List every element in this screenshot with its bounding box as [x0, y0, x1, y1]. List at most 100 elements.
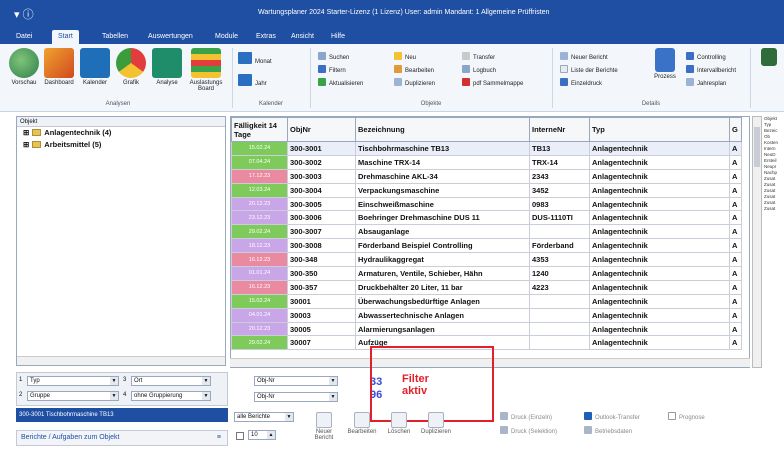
- tab-extras[interactable]: Extras: [250, 30, 282, 44]
- tree-node-arbeitsmittel[interactable]: ⊞ Arbeitsmittel (5): [17, 139, 225, 151]
- liste-berichte-button[interactable]: Liste der Berichte: [560, 65, 618, 76]
- table-row[interactable]: 17.12.23 300-3003 Drehmaschine AKL-34 2343 A…: [231, 168, 742, 184]
- tab-tabellen[interactable]: Tabellen: [96, 30, 134, 44]
- neuer-bericht-action[interactable]: Neuer Bericht: [308, 412, 340, 441]
- table-row[interactable]: 15.02.24 30001 Überwachungsbedürftige Anla…: [231, 293, 742, 309]
- report-count-spinner[interactable]: 10 ▲: [248, 430, 276, 440]
- tab-hilfe[interactable]: Hilfe: [325, 30, 351, 44]
- col-typ[interactable]: Typ: [589, 117, 730, 142]
- duplizieren-button[interactable]: Duplizieren: [394, 78, 435, 89]
- table-row[interactable]: 23.12.23 300-3006 Boehringer Drehmaschine …: [231, 210, 742, 226]
- filtern-button[interactable]: Filtern: [318, 65, 346, 76]
- neu-button[interactable]: Neu: [394, 52, 416, 63]
- collapse-icon[interactable]: ≡: [217, 431, 221, 445]
- tab-auswertungen[interactable]: Auswertungen: [142, 30, 199, 44]
- auslastungs-board-button[interactable]: Auslastungs Board: [186, 48, 226, 92]
- kalender-button[interactable]: Kalender: [78, 48, 112, 86]
- pdf-sammelmappe-button[interactable]: pdf Sammelmappe: [462, 78, 523, 89]
- internenr-cell: 4223: [529, 279, 590, 295]
- intervallbericht-button[interactable]: Intervallbericht: [686, 65, 736, 76]
- suchen-button[interactable]: Suchen: [318, 52, 349, 63]
- controlling-icon: [686, 52, 694, 60]
- tab-datei[interactable]: Datei: [10, 30, 38, 44]
- scroll-thumb[interactable]: [754, 127, 760, 167]
- prognose-checkbox[interactable]: Prognose: [668, 412, 705, 423]
- transfer-icon: [462, 52, 470, 60]
- level-3-select[interactable]: Ort ▼: [131, 376, 211, 386]
- app-icon: [761, 48, 777, 66]
- table-row[interactable]: 15.02.24 300-3001 Tischbohrmaschine TB13 TB…: [231, 141, 742, 156]
- table-row[interactable]: 01.01.24 300-350 Armaturen, Ventile, Schie…: [231, 266, 742, 281]
- col-objnr[interactable]: ObjNr: [287, 117, 356, 142]
- internenr-cell: [529, 293, 590, 309]
- neuer-bericht-button[interactable]: Neuer Bericht: [560, 52, 608, 63]
- duplicate-icon: [428, 412, 444, 428]
- level-4-select[interactable]: ohne Gruppierung ▼: [131, 391, 211, 401]
- system-menu-icon[interactable]: ▾ ⓘ: [14, 6, 34, 22]
- table-row[interactable]: 04.01.24 30003 Abwassertechnische Anlagen A…: [231, 307, 742, 323]
- table-row[interactable]: 16.12.23 300-348 Hydraulikaggregat 4353 Anla…: [231, 252, 742, 268]
- objnr-cell: 300-3003: [287, 168, 356, 184]
- vorschau-button[interactable]: Vorschau: [8, 48, 40, 86]
- einzeldruck-button[interactable]: Einzeldruck: [560, 78, 602, 89]
- report-checkbox[interactable]: [236, 432, 244, 440]
- typ-cell: Anlagentechnik: [589, 141, 730, 156]
- table-row[interactable]: 16.12.23 300-357 Druckbehälter 20 Liter, 1…: [231, 279, 742, 295]
- report-filter-select[interactable]: alle Berichte ▼: [234, 412, 294, 422]
- expand-icon[interactable]: ⊞: [23, 140, 29, 149]
- edit-icon: [354, 412, 370, 428]
- table-row[interactable]: 20.12.23 30005 Alarmierungsanlagen Anlagent…: [231, 321, 742, 337]
- tree-node-anlagentechnik[interactable]: ⊞ Anlagentechnik (4): [17, 127, 225, 139]
- col-faelligkeit[interactable]: Fälligkeit 14 Tage: [231, 117, 288, 142]
- betriebsdaten-action[interactable]: Betriebsdaten: [584, 426, 632, 437]
- prozess-button[interactable]: Prozess: [650, 48, 680, 80]
- duplizieren-action[interactable]: Duplizieren: [416, 412, 456, 435]
- druck-einzeln-action[interactable]: Druck (Einzeln): [500, 412, 552, 423]
- transfer-button[interactable]: Transfer: [462, 52, 495, 63]
- outlook-transfer-action[interactable]: Outlook-Transfer: [584, 412, 640, 423]
- bearbeiten-button[interactable]: Bearbeiten: [394, 65, 434, 76]
- group-kalender-label: Kalender: [258, 101, 284, 107]
- search-icon: [318, 52, 326, 60]
- table-row[interactable]: 20.12.23 300-3005 Einschweißmaschine 0983 An…: [231, 196, 742, 212]
- bearbeiten-action[interactable]: Bearbeiten: [344, 412, 380, 435]
- col-g[interactable]: G: [729, 117, 742, 142]
- dashboard-button[interactable]: Dashboard: [42, 48, 76, 86]
- objnr-cell: 30003: [287, 307, 356, 323]
- col-internenr[interactable]: InterneNr: [529, 117, 590, 142]
- tree-horizontal-scrollbar[interactable]: [17, 356, 225, 365]
- table-row[interactable]: 12.03.24 300-3004 Verpackungsmaschine 3452 A…: [231, 182, 742, 198]
- table-row[interactable]: 29.02.24 300-3007 Absauganlage Anlagentechn…: [231, 224, 742, 240]
- objnr-select-1[interactable]: Obj-Nr ▼: [254, 376, 338, 386]
- objnr-select-2[interactable]: Obj-Nr ▼: [254, 392, 338, 402]
- table-row[interactable]: 18.12.23 300-3008 Förderband Beispiel Cont…: [231, 238, 742, 254]
- due-date-cell: 20.12.23: [231, 196, 288, 212]
- grid-vertical-scrollbar[interactable]: [752, 116, 762, 368]
- aktualisieren-button[interactable]: Aktualisieren: [318, 78, 363, 89]
- jahresplan-button[interactable]: Jahresplan: [686, 78, 726, 89]
- level-1-select[interactable]: Typ ▼: [27, 376, 119, 386]
- table-row[interactable]: 07.04.24 300-3002 Maschine TRX-14 TRX-14 Anl…: [231, 154, 742, 170]
- outlook-icon: [584, 412, 592, 420]
- ribbon-separator: [750, 48, 751, 108]
- expand-icon[interactable]: ⊞: [23, 128, 29, 137]
- typ-cell: Anlagentechnik: [589, 252, 730, 268]
- grafik-button[interactable]: Grafik: [114, 48, 148, 86]
- bezeichnung-cell: Hydraulikaggregat: [355, 252, 530, 268]
- controlling-button[interactable]: Controlling: [686, 52, 726, 63]
- druck-selektion-action[interactable]: Druck (Selektion): [500, 426, 557, 437]
- jahr-button[interactable]: Jahr: [238, 74, 267, 87]
- col-bezeichnung[interactable]: Bezeichnung: [355, 117, 530, 142]
- tab-ansicht[interactable]: Ansicht: [285, 30, 320, 44]
- logbuch-button[interactable]: Logbuch: [462, 65, 496, 76]
- level-2-label: 2: [19, 392, 23, 398]
- loeschen-action[interactable]: Löschen: [384, 412, 414, 435]
- analyse-button[interactable]: Analyse: [150, 48, 184, 86]
- tab-module[interactable]: Module: [209, 30, 244, 44]
- level-2-select[interactable]: Gruppe ▼: [27, 391, 119, 401]
- ribbon-extra-button[interactable]: [758, 48, 780, 68]
- reports-panel-header[interactable]: Berichte / Aufgaben zum Objekt ≡: [16, 430, 228, 446]
- tab-start[interactable]: Start: [52, 30, 79, 44]
- monat-button[interactable]: Monat: [238, 52, 272, 65]
- internenr-cell: 1240: [529, 266, 590, 281]
